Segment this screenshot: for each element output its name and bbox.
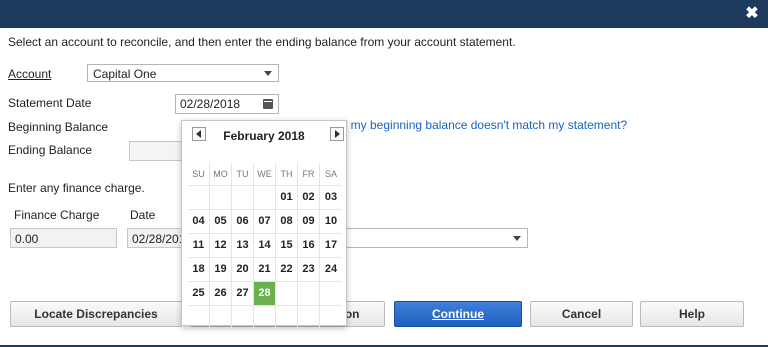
continue-button[interactable]: Continue <box>394 301 522 327</box>
chevron-right-icon <box>335 130 340 138</box>
statement-date-value: 02/28/2018 <box>180 97 241 111</box>
calendar-empty-cell <box>232 186 254 209</box>
finance-charge-field[interactable]: 0.00 <box>10 228 117 248</box>
calendar-day[interactable]: 02 <box>298 186 320 209</box>
calendar-day[interactable]: 14 <box>254 234 276 257</box>
account-label: Account <box>8 67 51 81</box>
weekday-label: MO <box>210 163 232 185</box>
weekday-label: TU <box>232 163 254 185</box>
calendar-day[interactable]: 24 <box>320 258 342 281</box>
weekday-label: SU <box>188 163 210 185</box>
calendar-empty-cell <box>276 306 298 329</box>
calendar-empty-cell <box>320 282 342 305</box>
calendar-day[interactable]: 23 <box>298 258 320 281</box>
next-month-button[interactable] <box>330 127 344 141</box>
cancel-button[interactable]: Cancel <box>530 301 633 327</box>
calendar-empty-cell <box>210 186 232 209</box>
beginning-balance-label: Beginning Balance <box>8 120 109 134</box>
calendar-empty-cell <box>298 306 320 329</box>
calendar-day[interactable]: 27 <box>232 282 254 305</box>
account-value: Capital One <box>93 67 157 81</box>
calendar-day[interactable]: 21 <box>254 258 276 281</box>
weekday-header-row: SU MO TU WE TH FR SA <box>188 163 342 186</box>
calendar-day[interactable]: 05 <box>210 210 232 233</box>
calendar-day[interactable]: 25 <box>188 282 210 305</box>
close-icon[interactable]: ✖ <box>742 4 762 24</box>
locate-discrepancies-button[interactable]: Locate Discrepancies <box>10 301 182 327</box>
statement-date-field[interactable]: 02/28/2018 <box>175 94 279 114</box>
calendar-week-row <box>188 306 342 330</box>
weekday-label: SA <box>324 169 337 179</box>
beginning-balance-help-link[interactable]: What if my beginning balance doesn't mat… <box>310 118 627 132</box>
calendar-day[interactable]: 15 <box>276 234 298 257</box>
calendar-day[interactable]: 17 <box>320 234 342 257</box>
weekday-label: TH <box>276 163 298 185</box>
weekday-label: FR <box>298 163 320 185</box>
chevron-down-icon <box>513 236 521 241</box>
calendar-week-row: 18 19 20 21 22 23 24 <box>188 258 342 282</box>
calendar-empty-cell <box>232 306 254 329</box>
continue-button-label: Continue <box>432 307 484 321</box>
calendar-empty-cell <box>276 282 298 305</box>
calendar-day[interactable]: 03 <box>320 186 342 209</box>
date-picker-popup: February 2018 SU MO TU WE TH FR SA 01 02 03 04 05 06… <box>181 120 347 330</box>
help-button[interactable]: Help <box>640 301 744 327</box>
calendar-day[interactable]: 01 <box>276 186 298 209</box>
account-dropdown[interactable]: Capital One <box>87 64 279 82</box>
calendar-day[interactable]: 09 <box>298 210 320 233</box>
calendar-empty-cell <box>210 306 232 329</box>
calendar-grid: SU MO TU WE TH FR SA 01 02 03 04 05 06 07 08 09 10 11 12 13… <box>188 163 342 330</box>
calendar-day[interactable]: 06 <box>232 210 254 233</box>
calendar-empty-cell <box>254 186 276 209</box>
calendar-week-row: 01 02 03 <box>188 186 342 210</box>
calendar-day[interactable]: 22 <box>276 258 298 281</box>
calendar-day[interactable]: 16 <box>298 234 320 257</box>
finance-heading: Enter any finance charge. <box>8 181 145 195</box>
calendar-week-row: 11 12 13 14 15 16 17 <box>188 234 342 258</box>
account-label-text: Account <box>8 67 52 81</box>
finance-charge-label: Finance Charge <box>14 208 100 222</box>
ending-balance-label: Ending Balance <box>8 143 93 157</box>
chevron-down-icon <box>264 71 272 76</box>
calendar-empty-cell <box>320 306 342 329</box>
calendar-empty-cell <box>254 306 276 329</box>
calendar-day[interactable]: 12 <box>210 234 232 257</box>
calendar-week-row: 25 26 27 28 <box>188 282 342 306</box>
calendar-empty-cell <box>188 186 210 209</box>
calendar-week-row: 04 05 06 07 08 09 10 <box>188 210 342 234</box>
calendar-day[interactable]: 20 <box>232 258 254 281</box>
calendar-day[interactable]: 13 <box>232 234 254 257</box>
calendar-day[interactable]: 18 <box>188 258 210 281</box>
calendar-day[interactable]: 19 <box>210 258 232 281</box>
calendar-day[interactable]: 26 <box>210 282 232 305</box>
calendar-day[interactable]: 07 <box>254 210 276 233</box>
calendar-day[interactable]: 11 <box>188 234 210 257</box>
finance-date-label: Date <box>130 208 156 222</box>
finance-charge-value: 0.00 <box>15 232 39 246</box>
weekday-label: WE <box>254 163 276 185</box>
calendar-icon[interactable] <box>263 99 273 109</box>
calendar-day[interactable]: 08 <box>276 210 298 233</box>
instruction-text: Select an account to reconcile, and then… <box>8 35 516 49</box>
finance-account-dropdown[interactable] <box>330 228 528 248</box>
calendar-empty-cell <box>188 306 210 329</box>
calendar-month-title: February 2018 <box>223 129 305 143</box>
calendar-empty-cell <box>298 282 320 305</box>
calendar-day[interactable]: 04 <box>188 210 210 233</box>
title-bar: ✖ <box>0 0 768 28</box>
statement-date-label: Statement Date <box>8 96 92 110</box>
calendar-day[interactable]: 10 <box>320 210 342 233</box>
calendar-day[interactable]: 28 <box>254 282 276 305</box>
